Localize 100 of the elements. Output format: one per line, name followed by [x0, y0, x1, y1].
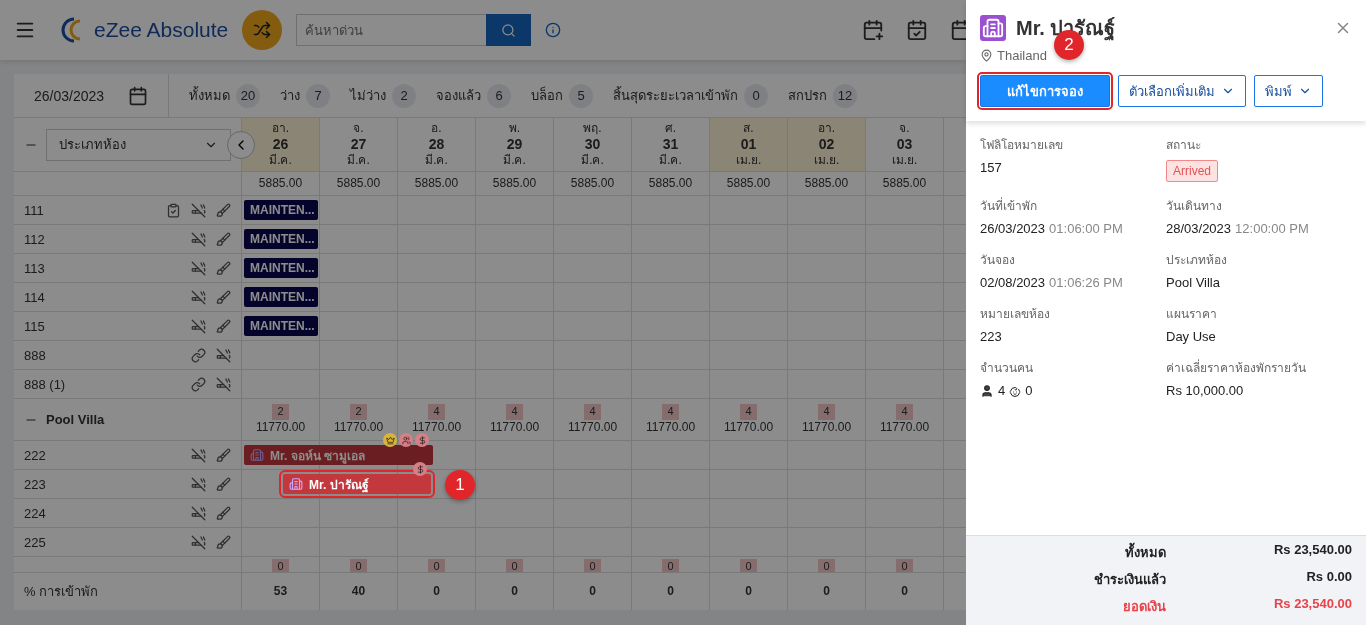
status-badge: Arrived — [1166, 160, 1218, 182]
previous-button[interactable] — [227, 130, 255, 159]
rate-text: 5885.00 — [336, 176, 381, 191]
stat-count: 6 — [487, 83, 511, 108]
availability-count: 0 — [272, 558, 289, 572]
availability-count: 4 — [506, 404, 523, 420]
room-number: 114 — [24, 289, 45, 305]
no-smoking-icon — [191, 447, 206, 463]
total-label: ชำระเงินแล้ว — [1093, 571, 1166, 589]
clipboard-check-icon — [166, 202, 181, 218]
room-number: 115 — [24, 318, 45, 334]
time-text: 01:06:00 PM — [1049, 221, 1123, 236]
room-number: 111 — [24, 202, 44, 218]
occupancy-value: 0 — [433, 584, 440, 599]
edit-booking-button[interactable]: แก้ไขการจอง — [980, 75, 1110, 107]
building-icon — [980, 15, 1006, 41]
building-icon — [289, 477, 303, 491]
stat-count: 2 — [392, 83, 416, 108]
rate-text: 11770.00 — [645, 419, 696, 435]
no-smoking-icon — [191, 231, 206, 247]
dropdown-button[interactable]: พิมพ์ — [1254, 75, 1323, 107]
field-value: 223 — [980, 329, 1002, 344]
crown-icon — [383, 433, 397, 447]
availability-count: 2 — [272, 404, 289, 420]
time-text: 01:06:26 PM — [1049, 275, 1123, 290]
no-smoking-icon — [191, 260, 206, 276]
field-label: จำนวนคน — [980, 360, 1034, 377]
rate-text: 11770.00 — [567, 419, 618, 435]
stat-label: สิ้นสุดระยะเวลาเข้าพัก — [613, 85, 738, 106]
calendar-check-icon[interactable] — [906, 19, 928, 41]
calendar-icon[interactable] — [128, 85, 148, 106]
day-header: พ. 29 มี.ค. — [476, 118, 554, 171]
stat-count: 7 — [306, 83, 330, 108]
availability-count: 4 — [896, 404, 913, 420]
info-icon[interactable] — [545, 22, 562, 38]
search-field[interactable]: ค้นหาด่วน — [296, 14, 487, 46]
day-header: อา. 02 เม.ย. — [788, 118, 866, 171]
stat-count: 0 — [744, 83, 768, 108]
stat-count: 20 — [236, 83, 260, 108]
field-label: โฟลิโอหมายเลข — [980, 137, 1064, 154]
occupancy-value: 0 — [823, 584, 830, 599]
day-header: จ. 03 เม.ย. — [866, 118, 944, 171]
field-label: สถานะ — [1166, 137, 1202, 154]
link-icon — [191, 376, 206, 392]
maintenance-block[interactable]: MAINTEN... — [244, 287, 318, 307]
child-icon — [1009, 386, 1022, 398]
step-marker: 1 — [445, 470, 475, 500]
maintenance-block[interactable]: MAINTEN... — [244, 229, 318, 249]
maintenance-block[interactable]: MAINTEN... — [244, 200, 318, 220]
field-label: ค่าเฉลี่ยราคาห้องพักรายวัน — [1166, 358, 1307, 377]
day-header: อา. 26 มี.ค. — [242, 118, 320, 171]
total-label: ยอดเงิน — [1122, 598, 1166, 616]
stat-label: บล็อก — [531, 85, 563, 105]
maintenance-block[interactable]: MAINTEN... — [244, 316, 318, 336]
availability-count: 4 — [662, 404, 679, 420]
field-value: 02/08/2023 — [980, 275, 1046, 290]
dropdown-button[interactable]: ตัวเลือกเพิ่มเติม — [1118, 75, 1246, 107]
availability-count: 0 — [662, 558, 679, 572]
total-amount: Rs 0.00 — [1305, 569, 1352, 586]
shuffle-button[interactable] — [242, 10, 283, 50]
child-count: 0 — [1025, 383, 1033, 398]
availability-count: 0 — [350, 558, 367, 572]
room-type-select[interactable]: ประเภทห้อง — [46, 128, 231, 161]
dollar-icon — [415, 433, 429, 447]
room-number: 112 — [24, 231, 45, 247]
stat-label: จองแล้ว — [436, 87, 481, 105]
rate-text: 11770.00 — [333, 419, 384, 435]
field-value: 26/03/2023 — [980, 221, 1046, 236]
stat-label: สกปรก — [788, 87, 827, 105]
field-label: วันที่เข้าพัก — [980, 196, 1038, 215]
room-number: 223 — [24, 476, 46, 492]
link-icon — [191, 347, 206, 363]
occupancy-value: 0 — [511, 584, 518, 599]
availability-count: 4 — [428, 404, 445, 420]
occupancy-value: 40 — [351, 584, 366, 599]
room-number: 222 — [24, 447, 46, 463]
stat-count: 5 — [569, 83, 593, 108]
total-label: ทั้งหมด — [980, 542, 1166, 563]
room-type-name: Pool Villa — [46, 412, 105, 427]
calendar-icon[interactable] — [950, 19, 966, 41]
total-amount: Rs 23,540.00 — [1272, 596, 1352, 613]
availability-count: 4 — [818, 404, 835, 420]
people-icon — [399, 433, 413, 447]
day-header: จ. 27 มี.ค. — [320, 118, 398, 171]
availability-count: 0 — [584, 558, 601, 572]
room-number: 224 — [24, 505, 46, 521]
no-smoking-icon — [191, 534, 206, 550]
field-label: แผนราคา — [1166, 306, 1218, 323]
no-smoking-icon — [191, 289, 206, 305]
maintenance-block[interactable]: MAINTEN... — [244, 258, 318, 278]
time-text: 12:00:00 PM — [1235, 221, 1309, 236]
reservation-bar[interactable]: Mr. จอห์น ซามูเอล — [244, 445, 433, 465]
search-icon — [501, 22, 517, 38]
stat-label: ทั้งหมด — [189, 85, 230, 105]
field-value: Day Use — [1166, 329, 1216, 344]
search-button[interactable] — [486, 14, 532, 46]
no-smoking-icon — [216, 347, 231, 363]
brand-logo[interactable]: eZee Absolute — [60, 17, 229, 43]
calendar-plus-icon[interactable] — [862, 19, 884, 41]
shuffle-icon — [253, 21, 272, 39]
